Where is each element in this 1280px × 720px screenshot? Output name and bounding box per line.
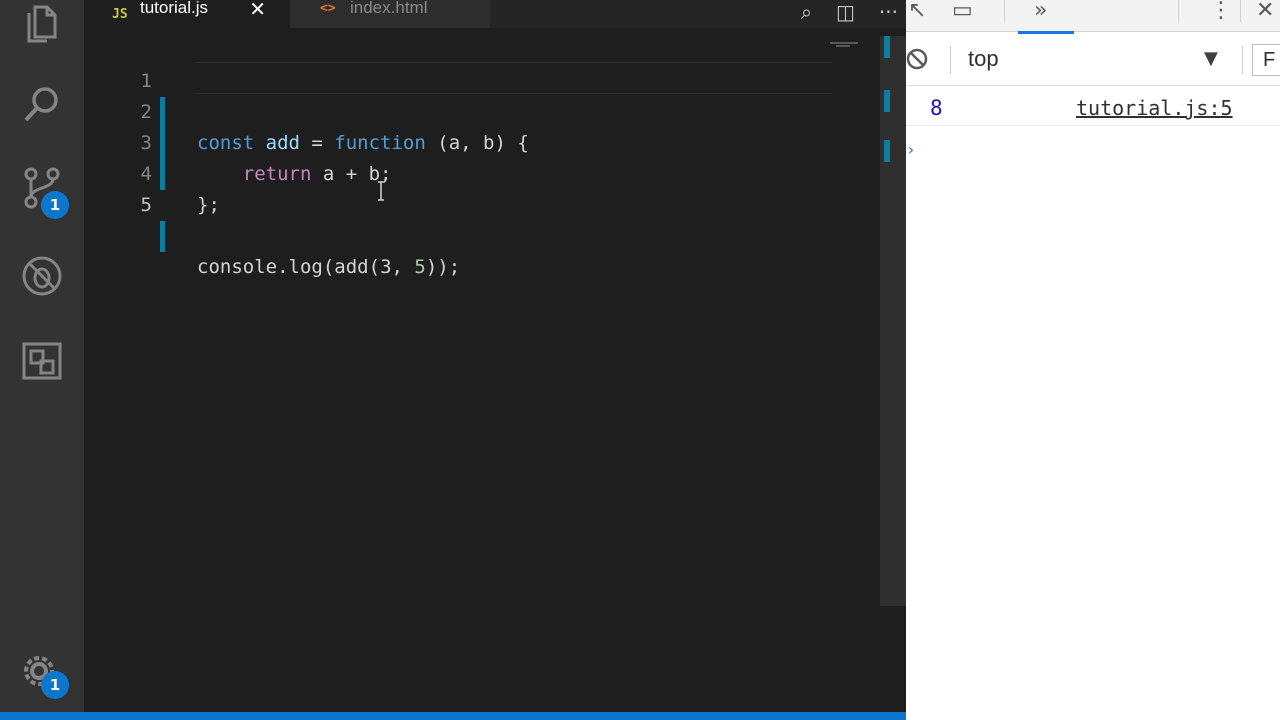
settings-badge: 1 xyxy=(41,671,69,699)
filter-input[interactable]: F xyxy=(1252,44,1280,76)
chevron-down-icon[interactable]: ▼ xyxy=(1204,48,1218,69)
console-prompt[interactable]: › xyxy=(906,140,916,159)
chevron-more-icon[interactable]: » xyxy=(1034,0,1047,22)
tab-tutorial-js[interactable]: JS tutorial.js ✕ xyxy=(84,0,290,28)
code-text: console.log( xyxy=(197,256,335,278)
tab-bar: JS tutorial.js ✕ <> index.html ⌕ ◫ ··· xyxy=(84,0,906,28)
context-selector[interactable]: top xyxy=(968,46,999,72)
console-toolbar: top ▼ F xyxy=(906,34,1280,86)
search-icon[interactable] xyxy=(20,82,64,126)
log-value: 8 xyxy=(930,96,943,120)
inspect-icon[interactable]: ↖ xyxy=(908,0,926,22)
debug-icon[interactable] xyxy=(20,254,64,298)
split-editor-icon[interactable]: ◫ xyxy=(836,0,855,24)
number-literal: 5 xyxy=(414,256,426,278)
code-text: ( xyxy=(368,256,381,278)
tab-label: index.html xyxy=(350,0,428,17)
function-call: add xyxy=(334,256,369,278)
devtools-toolbar: ↖ ▭ » ⋮ ✕ xyxy=(906,0,1280,32)
editor: JS tutorial.js ✕ <> index.html ⌕ ◫ ··· 1… xyxy=(84,0,906,712)
text-cursor-icon xyxy=(378,181,384,201)
code-line: 1 const add = function (a, b) { xyxy=(84,35,884,154)
code-line: 2 return a + b; xyxy=(84,66,884,185)
tab-label: tutorial.js xyxy=(140,0,209,17)
more-icon[interactable]: ⋮ xyxy=(1210,0,1232,22)
html-file-icon: <> xyxy=(320,0,336,16)
editor-scrollbar[interactable] xyxy=(880,36,906,606)
js-file-icon: JS xyxy=(112,6,128,22)
line-number: 5 xyxy=(140,194,152,216)
code-text: , xyxy=(391,256,415,278)
console-message: 8 tutorial.js:5 xyxy=(906,88,1280,126)
code-text: )); xyxy=(425,256,461,278)
scroll-change-mark xyxy=(884,140,890,162)
more-icon[interactable]: ··· xyxy=(879,0,898,24)
clear-console-icon[interactable] xyxy=(906,48,928,70)
toolbar-divider xyxy=(950,46,951,74)
log-source-link[interactable]: tutorial.js:5 xyxy=(1076,96,1233,120)
modified-gutter-mark xyxy=(160,221,165,252)
close-icon[interactable]: ✕ xyxy=(249,0,266,20)
toolbar-divider xyxy=(1178,0,1179,22)
scroll-change-mark xyxy=(884,36,890,58)
code-text: }; xyxy=(197,194,220,216)
devtools-panel: ↖ ▭ » ⋮ ✕ top ▼ F 8 tutorial.js:5 › xyxy=(906,0,1280,720)
open-preview-icon[interactable]: ⌕ xyxy=(801,0,812,24)
toolbar-divider xyxy=(1242,46,1243,74)
code-line: 3 }; xyxy=(84,97,884,216)
number-literal: 3 xyxy=(380,256,392,278)
code-line: 5 console.log(add(3, 5)); xyxy=(84,159,884,278)
activity-bar: 1 1 xyxy=(0,0,84,720)
close-icon[interactable]: ✕ xyxy=(1256,0,1274,22)
code-line: 4 xyxy=(84,128,884,185)
scroll-change-mark xyxy=(884,90,890,112)
device-toggle-icon[interactable]: ▭ xyxy=(952,0,973,22)
toolbar-divider xyxy=(1004,0,1005,22)
scm-badge: 1 xyxy=(41,191,69,219)
editor-actions: ⌕ ◫ ··· xyxy=(801,0,898,24)
toolbar-divider xyxy=(1240,0,1241,22)
extensions-icon[interactable] xyxy=(20,338,64,382)
tab-index-html[interactable]: <> index.html xyxy=(290,0,490,28)
files-icon[interactable] xyxy=(20,0,64,44)
status-bar xyxy=(0,712,906,720)
